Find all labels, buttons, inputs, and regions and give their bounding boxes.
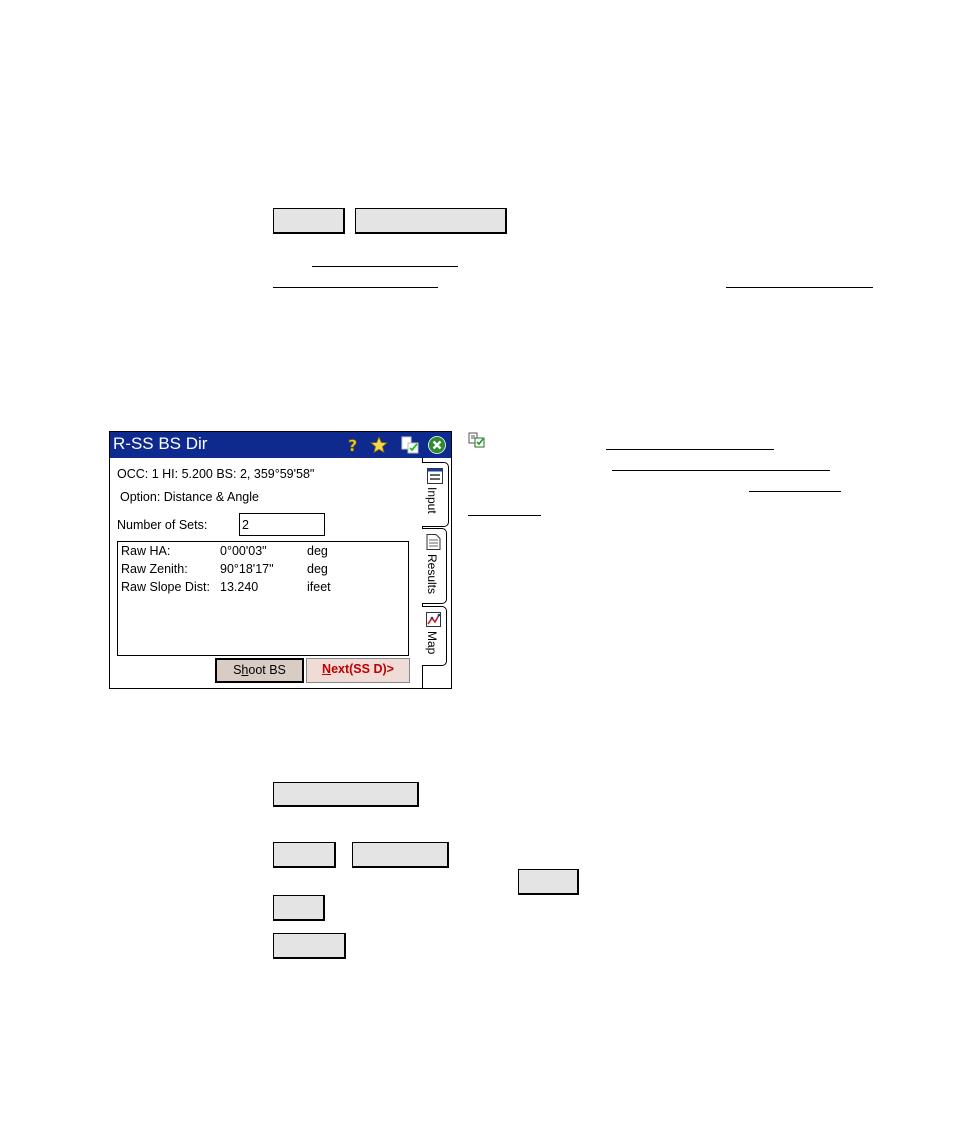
input-panel: OCC: 1 HI: 5.200 BS: 2, 359°59'58" Optio… xyxy=(110,458,422,688)
page-button-5[interactable] xyxy=(352,842,449,868)
rss-bs-dir-window: R-SS BS Dir ? OCC: 1 HI: 5.200 BS: 2, 35… xyxy=(109,431,452,689)
page-button-3[interactable] xyxy=(273,782,419,807)
side-link-2[interactable] xyxy=(612,470,830,471)
page-link-2[interactable] xyxy=(273,287,438,288)
side-tabs: Input Results Map xyxy=(422,458,452,688)
tab-results[interactable]: Results xyxy=(422,528,447,604)
list-item: Raw HA: 0°00'03" deg xyxy=(121,544,328,558)
help-icon[interactable]: ? xyxy=(343,436,361,454)
page-link-1[interactable] xyxy=(312,266,458,267)
settings-check-icon xyxy=(468,432,485,448)
tab-map[interactable]: Map xyxy=(422,606,447,666)
side-link-3[interactable] xyxy=(749,491,841,492)
window-title: R-SS BS Dir xyxy=(113,434,208,453)
list-item: Raw Slope Dist: 13.240 ifeet xyxy=(121,580,331,594)
sets-label: Number of Sets: xyxy=(117,518,208,532)
shoot-bs-button[interactable]: Shoot BS xyxy=(215,658,304,683)
svg-text:?: ? xyxy=(348,436,357,454)
option-info: Option: Distance & Angle xyxy=(120,490,259,504)
side-link-4[interactable] xyxy=(468,515,541,516)
map-icon xyxy=(426,612,441,627)
page-button-8[interactable] xyxy=(273,933,346,959)
page-button-4[interactable] xyxy=(273,842,336,868)
occupied-info: OCC: 1 HI: 5.200 BS: 2, 359°59'58" xyxy=(117,467,315,481)
results-document-icon xyxy=(426,534,441,550)
list-item: Raw Zenith: 90°18'17" deg xyxy=(121,562,328,576)
favorites-star-icon[interactable] xyxy=(370,436,388,454)
page-button-2[interactable] xyxy=(355,208,507,234)
page-button-7[interactable] xyxy=(273,895,325,921)
tab-input[interactable]: Input xyxy=(422,462,449,527)
settings-check-icon[interactable] xyxy=(401,436,419,454)
page-link-3[interactable] xyxy=(726,287,873,288)
input-form-icon xyxy=(427,468,443,484)
page-button-1[interactable] xyxy=(273,208,345,234)
side-link-1[interactable] xyxy=(606,449,774,450)
number-of-sets-input[interactable] xyxy=(239,513,325,536)
page-button-6[interactable] xyxy=(518,869,579,895)
title-bar: R-SS BS Dir ? xyxy=(110,432,451,458)
close-icon[interactable] xyxy=(428,436,446,454)
observation-list[interactable]: Raw HA: 0°00'03" deg Raw Zenith: 90°18'1… xyxy=(117,541,409,656)
next-ss-d-button[interactable]: Next(SS D)> xyxy=(306,658,410,683)
